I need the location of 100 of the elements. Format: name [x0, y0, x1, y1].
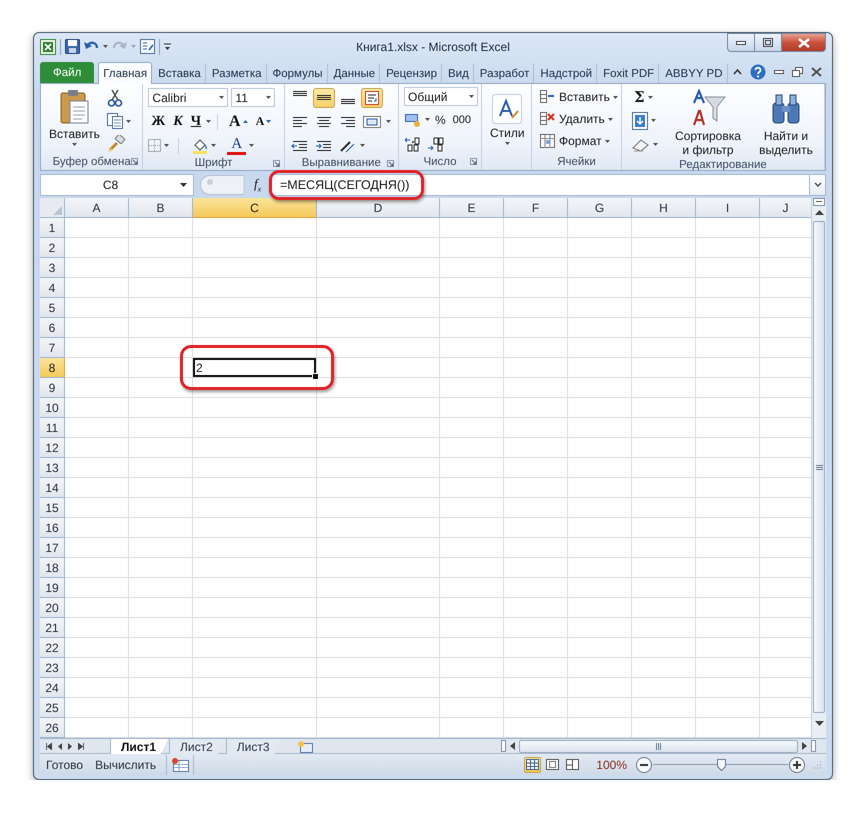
row-header[interactable]: 19: [40, 578, 65, 598]
page-break-button[interactable]: [564, 756, 582, 772]
fill-down-icon[interactable]: [632, 112, 648, 130]
column-header[interactable]: J: [760, 198, 812, 218]
sheet-tab[interactable]: Лист3: [226, 739, 282, 754]
row-header[interactable]: 13: [40, 458, 65, 478]
macro-record-icon[interactable]: [171, 758, 190, 772]
row-header[interactable]: 18: [40, 558, 65, 578]
scroll-right-icon[interactable]: [802, 742, 807, 750]
bold-button[interactable]: Ж: [148, 112, 168, 132]
row-header[interactable]: 5: [40, 298, 65, 318]
column-header[interactable]: H: [632, 198, 696, 218]
fill-color-icon[interactable]: [192, 138, 208, 154]
split-box-icon[interactable]: [813, 198, 825, 206]
name-box[interactable]: C8: [40, 174, 194, 196]
row-header[interactable]: 17: [40, 538, 65, 558]
row-header[interactable]: 9: [40, 378, 65, 398]
row-header[interactable]: 21: [40, 618, 65, 638]
decrease-decimal-icon[interactable]: [426, 136, 444, 152]
font-color-button[interactable]: A: [227, 136, 246, 154]
paste-button[interactable]: Вставить: [46, 87, 103, 148]
merge-center-icon[interactable]: [362, 114, 382, 130]
row-header[interactable]: 1: [40, 218, 65, 238]
percent-button[interactable]: %: [432, 110, 448, 130]
sort-filter-button[interactable]: Сортировка и фильтр: [668, 87, 748, 159]
minimize-button[interactable]: [727, 33, 755, 52]
spreadsheet-logo-icon[interactable]: [40, 38, 56, 54]
wrap-text-icon[interactable]: [362, 88, 382, 106]
sheet-tab[interactable]: Лист2: [169, 739, 225, 754]
caret-icon[interactable]: [126, 120, 131, 122]
format-painter-icon[interactable]: [106, 135, 125, 153]
delete-cells-button[interactable]: Удалить: [536, 109, 620, 129]
row-header[interactable]: 22: [40, 638, 65, 658]
row-header[interactable]: 15: [40, 498, 65, 518]
ribbon-tab[interactable]: Главная: [98, 62, 152, 84]
caret-icon[interactable]: [650, 119, 656, 122]
font-name-field[interactable]: Calibri: [148, 88, 228, 107]
caret-icon[interactable]: [249, 144, 254, 147]
column-header[interactable]: B: [129, 198, 193, 218]
scrollbar-thumb[interactable]: [519, 740, 798, 752]
zoom-level[interactable]: 100%: [596, 758, 627, 772]
column-header[interactable]: A: [65, 198, 129, 218]
increase-decimal-icon[interactable]: [404, 136, 421, 152]
row-header[interactable]: 14: [40, 478, 65, 498]
row-header[interactable]: 16: [40, 518, 65, 538]
font-size-field[interactable]: 11: [231, 88, 276, 107]
row-header[interactable]: 3: [40, 258, 65, 278]
column-header[interactable]: G: [568, 198, 632, 218]
row-header[interactable]: 24: [40, 678, 65, 698]
next-sheet-icon[interactable]: [68, 742, 72, 750]
save-icon[interactable]: [65, 39, 80, 54]
collapse-ribbon-icon[interactable]: [733, 69, 742, 75]
first-sheet-icon[interactable]: [46, 742, 52, 750]
scroll-down-icon[interactable]: [814, 720, 824, 726]
scrollbar-thumb[interactable]: [813, 221, 825, 713]
row-header[interactable]: 20: [40, 598, 65, 618]
maximize-button[interactable]: [755, 33, 782, 52]
row-header[interactable]: 11: [40, 418, 65, 438]
caret-icon[interactable]: [164, 144, 170, 147]
caret-icon[interactable]: [424, 118, 430, 121]
caret-icon[interactable]: [103, 45, 108, 48]
column-header[interactable]: E: [440, 198, 504, 218]
borders-icon[interactable]: [148, 139, 162, 152]
italic-button[interactable]: К: [170, 112, 186, 132]
split-box-icon[interactable]: [811, 740, 816, 752]
caret-icon[interactable]: [206, 120, 212, 123]
slider-thumb[interactable]: [716, 758, 726, 770]
customize-icon[interactable]: [164, 42, 171, 50]
insert-function-button[interactable]: f$_{x}$: [254, 176, 268, 194]
sheet-tab[interactable]: Лист1: [110, 739, 168, 754]
normal-view-button[interactable]: [524, 756, 542, 772]
expand-button[interactable]: [810, 174, 826, 196]
close-icon[interactable]: [811, 67, 822, 77]
zoom-slider[interactable]: [653, 760, 788, 770]
autosum-button[interactable]: Σ: [632, 87, 658, 107]
copy-icon[interactable]: [106, 113, 123, 129]
page-layout-button[interactable]: [544, 756, 562, 772]
currency-icon[interactable]: [404, 112, 422, 128]
row-header[interactable]: 23: [40, 658, 65, 678]
dialog-launcher-icon[interactable]: [386, 160, 394, 167]
caret-icon[interactable]: [211, 144, 216, 147]
grow-font-button[interactable]: A: [226, 112, 251, 132]
caret-icon[interactable]: [652, 143, 658, 146]
row-header[interactable]: 25: [40, 698, 65, 718]
fill-handle[interactable]: [312, 373, 319, 380]
file-tab[interactable]: Файл: [40, 62, 94, 83]
minimize-icon[interactable]: [774, 70, 784, 74]
caret-icon[interactable]: [360, 144, 365, 147]
row-header[interactable]: 26: [40, 718, 65, 738]
styles-button[interactable]: Стили: [486, 92, 528, 147]
new-sheet-icon[interactable]: [296, 740, 313, 752]
row-header[interactable]: 12: [40, 438, 65, 458]
row-header[interactable]: 6: [40, 318, 65, 338]
format-cells-button[interactable]: Формат: [536, 131, 620, 151]
column-header[interactable]: C: [193, 198, 317, 218]
thousands-button[interactable]: 000: [450, 110, 474, 130]
column-header[interactable]: I: [696, 198, 760, 218]
zoom-in-icon[interactable]: [789, 756, 805, 772]
row-header[interactable]: 7: [40, 338, 65, 358]
dialog-launcher-icon[interactable]: [131, 158, 138, 165]
